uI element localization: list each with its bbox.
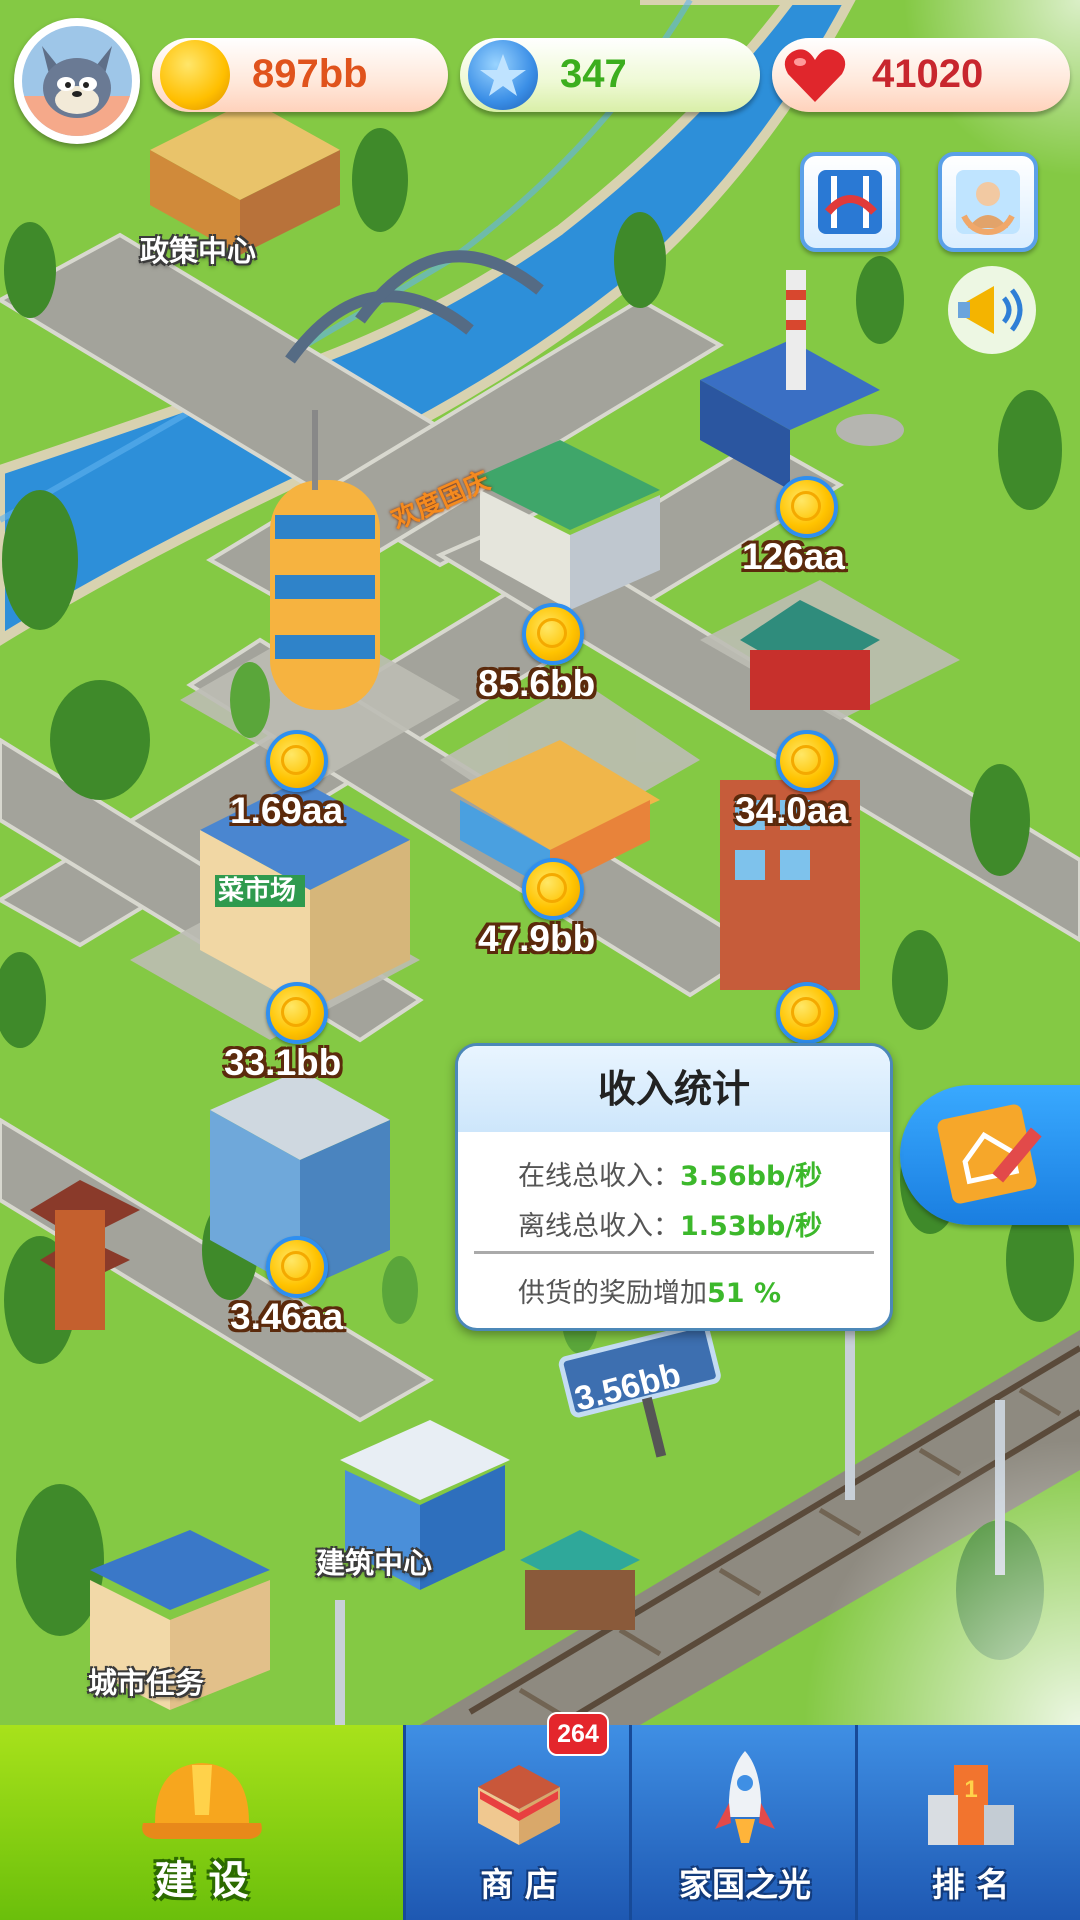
coin-icon[interactable] <box>522 603 584 665</box>
svg-text:1: 1 <box>964 1776 977 1803</box>
heart-value: 41020 <box>872 52 984 96</box>
tab-rank-label: 排 名 <box>931 1865 1010 1904</box>
player-avatar[interactable] <box>14 18 140 144</box>
popup-divider <box>474 1251 874 1254</box>
coin-icon[interactable] <box>522 858 584 920</box>
offline-income-row: 离线总收入：1.53bb/秒 <box>518 1204 822 1243</box>
elder-helper-button[interactable] <box>938 152 1038 252</box>
income-market[interactable]: 33.1bb <box>224 1042 341 1084</box>
elder-helper-icon <box>956 170 1020 235</box>
bridge-event-button[interactable] <box>800 152 900 252</box>
bonus-row: 供货的奖励增加51 % <box>518 1271 781 1310</box>
offline-income-value: 1.53bb/秒 <box>680 1211 823 1242</box>
gold-value: 897bb <box>252 52 368 96</box>
online-income-value: 3.56bb/秒 <box>680 1161 823 1192</box>
building-label-construction-center[interactable]: 建筑中心 <box>316 1540 432 1582</box>
podium-icon: 1 <box>927 1765 1014 1845</box>
income-power-plant[interactable]: 126aa <box>742 536 845 578</box>
income-office[interactable]: 3.46aa <box>230 1296 343 1338</box>
bonus-label: 供货的奖励增加 <box>518 1278 707 1309</box>
city-map[interactable]: 政策中心 建筑中心 城市任务 菜市场 欢度国庆 126aa 85.6bb 1.6… <box>0 0 1080 1725</box>
bonus-value: 51 % <box>707 1278 782 1309</box>
heart-icon <box>780 40 850 110</box>
tab-homeland[interactable]: 家国之光 <box>629 1725 858 1920</box>
megaphone-icon <box>948 266 1036 354</box>
announcement-button[interactable] <box>944 262 1040 358</box>
heart-counter[interactable]: 41020 <box>772 38 1070 112</box>
building-label-policy-center[interactable]: 政策中心 <box>140 228 256 270</box>
shop-icon <box>478 1765 560 1845</box>
coin-icon[interactable] <box>266 1236 328 1298</box>
income-green-house[interactable]: 85.6bb <box>478 663 595 705</box>
income-shop-center[interactable]: 47.9bb <box>478 918 595 960</box>
gem-counter[interactable]: 347 <box>460 38 760 112</box>
bridge-event-icon <box>818 170 882 234</box>
tab-build[interactable]: 建 设 <box>0 1725 403 1920</box>
coin-icon[interactable] <box>776 730 838 792</box>
rocket-icon <box>715 1751 775 1843</box>
bottom-tab-bar: 建 设 商 店 家国之光 1 排 名 <box>0 1725 1080 1920</box>
tab-homeland-label: 家国之光 <box>679 1865 811 1904</box>
income-temple[interactable]: 34.0aa <box>735 790 848 832</box>
blueprint-pencil-icon <box>937 1104 1042 1204</box>
tab-shop-label: 商 店 <box>480 1865 558 1904</box>
offline-income-label: 离线总收入： <box>518 1211 680 1242</box>
coin-icon[interactable] <box>266 982 328 1044</box>
online-income-label: 在线总收入： <box>518 1161 680 1192</box>
shop-notification-badge: 264 <box>547 1712 609 1756</box>
hard-hat-icon <box>141 1763 262 1839</box>
income-tower[interactable]: 1.69aa <box>230 790 343 832</box>
gold-coin-icon <box>160 40 230 110</box>
online-income-row: 在线总收入：3.56bb/秒 <box>518 1154 822 1193</box>
coin-icon[interactable] <box>776 476 838 538</box>
tab-rank[interactable]: 1 排 名 <box>855 1725 1080 1920</box>
tab-build-label: 建 设 <box>154 1858 249 1904</box>
market-sign: 菜市场 <box>218 876 297 906</box>
house-design-button[interactable] <box>900 1085 1080 1225</box>
tom-cat-avatar-icon <box>22 46 132 136</box>
coin-icon[interactable] <box>266 730 328 792</box>
blue-star-gem-icon <box>468 40 538 110</box>
building-label-city-tasks[interactable]: 城市任务 <box>88 1660 204 1702</box>
income-stats-popup: 收入统计 在线总收入：3.56bb/秒 离线总收入：1.53bb/秒 供货的奖励… <box>455 1043 893 1331</box>
gem-value: 347 <box>560 52 627 96</box>
gold-counter[interactable]: 897bb <box>152 38 448 112</box>
popup-title: 收入统计 <box>458 1046 890 1132</box>
coin-icon[interactable] <box>776 982 838 1044</box>
